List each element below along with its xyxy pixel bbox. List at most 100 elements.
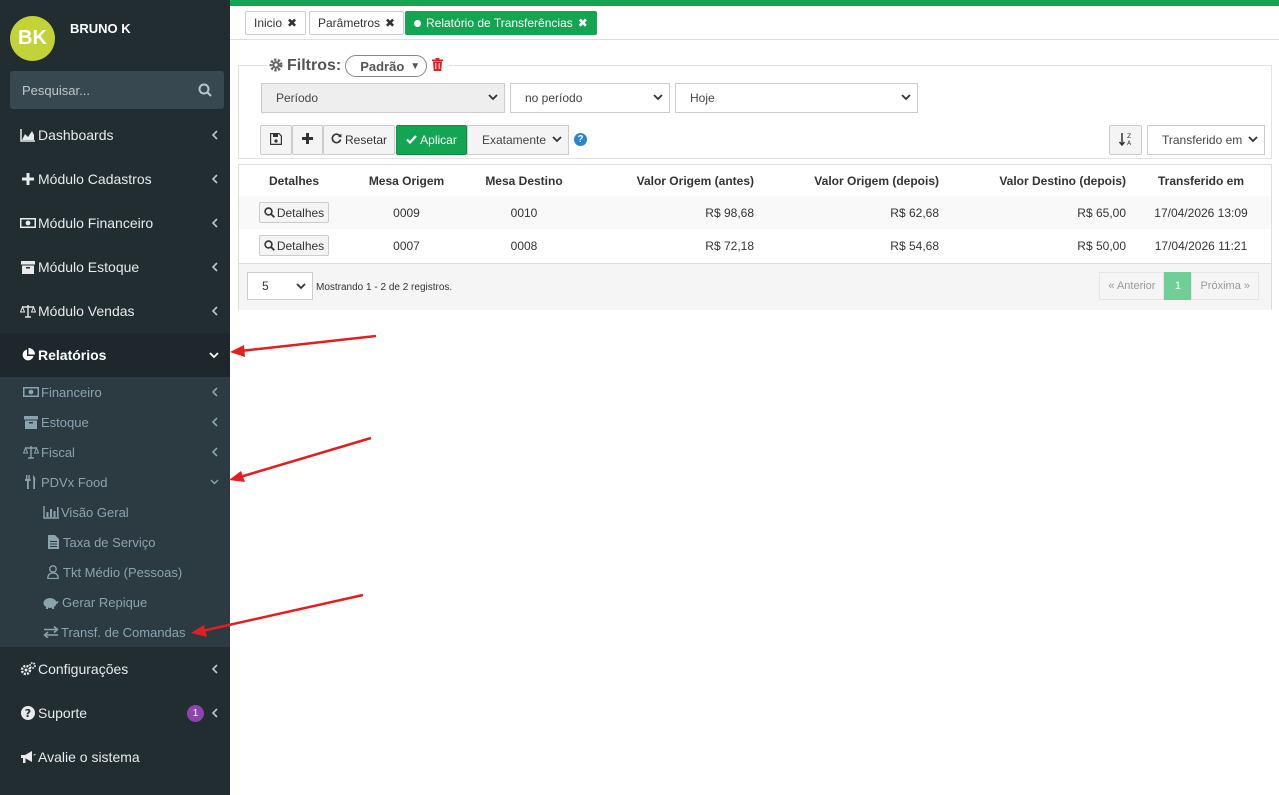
search-input[interactable]: Pesquisar... [22, 83, 198, 98]
filter-field-select[interactable]: Período [261, 83, 505, 113]
column-header[interactable]: Mesa Destino [464, 165, 584, 196]
sidebar-item-relatorios[interactable]: Relatórios [0, 333, 230, 377]
cutlery-icon [23, 474, 39, 490]
sidebar-item-suporte[interactable]: ? Suporte 1 [0, 691, 230, 735]
preset-select[interactable]: Padrão ▼ [345, 55, 428, 77]
transferido-cell: 17/04/2026 11:21 [1154, 238, 1248, 253]
search-icon[interactable] [198, 83, 212, 97]
sidebar-subitem-visao-geral[interactable]: Visão Geral [0, 497, 230, 527]
sidebar-item-configuracoes[interactable]: Configurações [0, 647, 230, 691]
sidebar-subitem-estoque[interactable]: Estoque [0, 407, 230, 437]
sidebar-search[interactable]: Pesquisar... [10, 71, 224, 109]
tab-inicio[interactable]: Inicio ✖ [245, 11, 307, 35]
sidebar-subitem-pdvx-food[interactable]: PDVx Food [0, 467, 230, 497]
balance-scale-icon [20, 303, 36, 319]
sort-field-value: Transferido em [1162, 133, 1243, 147]
chevron-down-icon [208, 479, 220, 485]
tab-parametros[interactable]: Parâmetros ✖ [309, 11, 405, 35]
sidebar-item-cadastros[interactable]: Módulo Cadastros [0, 157, 230, 201]
sidebar-item-label: Relatórios [38, 347, 107, 363]
save-filter-button[interactable] [260, 125, 292, 155]
plus-icon [20, 171, 36, 187]
details-label: Detalhes [276, 238, 325, 253]
cogs-icon [20, 661, 36, 677]
sidebar-item-estoque[interactable]: Módulo Estoque [0, 245, 230, 289]
sidebar-item-financeiro[interactable]: Módulo Financeiro [0, 201, 230, 245]
chevron-left-icon [208, 174, 220, 184]
filter-operator-value: no período [525, 91, 583, 105]
submenu-relatorios: Financeiro Estoque Fiscal PDVx Food Visã… [0, 377, 230, 647]
svg-text:A: A [1126, 140, 1131, 146]
chevron-left-icon [208, 417, 220, 427]
sidebar-item-vendas[interactable]: Módulo Vendas [0, 289, 230, 333]
filter-value-select[interactable]: Hoje [675, 83, 918, 113]
table-row: Detalhes 0009 0010 R$ 98,68 R$ 62,68 R$ … [239, 196, 1271, 229]
chevron-down-icon [296, 279, 306, 293]
column-header[interactable]: Valor Origem (depois) [754, 165, 939, 196]
trash-icon[interactable] [432, 58, 444, 74]
bullhorn-icon [20, 749, 36, 765]
next-page-button[interactable]: Próxima » [1191, 272, 1259, 300]
column-header[interactable]: Valor Destino (depois) [939, 165, 1126, 196]
apply-label: Aplicar [420, 133, 457, 147]
search-icon [264, 207, 275, 218]
sidebar-item-label: Tkt Médio (Pessoas) [63, 564, 183, 580]
close-icon[interactable]: ✖ [287, 16, 297, 30]
filter-title: Filtros: [287, 57, 342, 74]
sidebar-item-label: Visão Geral [61, 504, 129, 520]
chevron-left-icon [208, 447, 220, 457]
sort-field-select[interactable]: Transferido em [1147, 125, 1265, 155]
mesa-origem-cell: 0007 [393, 238, 420, 253]
column-header[interactable]: Valor Origem (antes) [584, 165, 754, 196]
page-size-select[interactable]: 5 [247, 272, 313, 300]
area-chart-icon [20, 127, 36, 143]
sidebar-subitem-transf-comandas[interactable]: Transf. de Comandas [0, 617, 230, 647]
column-header[interactable]: Detalhes [239, 165, 349, 196]
close-icon[interactable]: ✖ [385, 16, 395, 30]
column-header[interactable]: Transferido em [1126, 165, 1276, 196]
valor-depois-cell: R$ 54,68 [890, 238, 939, 253]
sidebar-subitem-gerar-repique[interactable]: Gerar Repique [0, 587, 230, 617]
sidebar-item-label: Dashboards [38, 127, 114, 143]
archive-icon [20, 259, 36, 275]
match-mode-select[interactable]: Exatamente [467, 125, 569, 155]
apply-button[interactable]: Aplicar [396, 125, 467, 155]
sidebar-subitem-taxa-servico[interactable]: Taxa de Serviço [0, 527, 230, 557]
annotation-arrow [230, 334, 377, 357]
sidebar-subitem-financeiro[interactable]: Financeiro [0, 377, 230, 407]
avatar[interactable]: BK [10, 16, 55, 61]
sidebar: BK BRUNO K Pesquisar... Dashboards Módul… [0, 0, 230, 795]
user-icon [45, 564, 61, 580]
tab-relatorio-transferencias[interactable]: Relatório de Transferências ✖ [405, 11, 597, 35]
close-icon[interactable]: ✖ [578, 16, 588, 30]
prev-page-button[interactable]: « Anterior [1099, 272, 1165, 300]
details-cell: Detalhes [239, 196, 349, 229]
sidebar-item-avalie[interactable]: Avalie o sistema [0, 735, 230, 779]
floppy-disk-icon [270, 132, 282, 148]
add-filter-button[interactable] [292, 125, 323, 155]
chevron-left-icon [208, 708, 220, 718]
details-button[interactable]: Detalhes [258, 202, 330, 223]
page-button-current[interactable]: 1 [1164, 272, 1192, 300]
valor-destino-cell: R$ 65,00 [1077, 205, 1126, 220]
pagination: « Anterior 1 Próxima » [1099, 272, 1259, 300]
help-icon[interactable]: ? [574, 133, 587, 146]
chevron-left-icon [208, 218, 220, 228]
preset-value: Padrão [360, 58, 405, 74]
page-size-value: 5 [262, 279, 269, 293]
transfers-table: Detalhes Mesa Origem Mesa Destino Valor … [238, 164, 1272, 310]
records-info: Mostrando 1 - 2 de 2 registros. [316, 282, 453, 293]
sidebar-subitem-tkt-medio[interactable]: Tkt Médio (Pessoas) [0, 557, 230, 587]
sort-direction-button[interactable]: ZA [1109, 125, 1142, 155]
column-header[interactable]: Mesa Origem [349, 165, 464, 196]
sidebar-subitem-fiscal[interactable]: Fiscal [0, 437, 230, 467]
filter-operator-select[interactable]: no período [510, 83, 670, 113]
sidebar-item-label: Configurações [38, 661, 129, 677]
sidebar-item-dashboards[interactable]: Dashboards [0, 113, 230, 157]
mesa-destino-cell: 0008 [510, 238, 538, 253]
details-cell: Detalhes [239, 229, 349, 262]
details-button[interactable]: Detalhes [258, 235, 330, 256]
reset-button[interactable]: Resetar [323, 125, 395, 155]
user-panel: BK BRUNO K [10, 16, 131, 62]
tab-label: Inicio [254, 16, 283, 30]
